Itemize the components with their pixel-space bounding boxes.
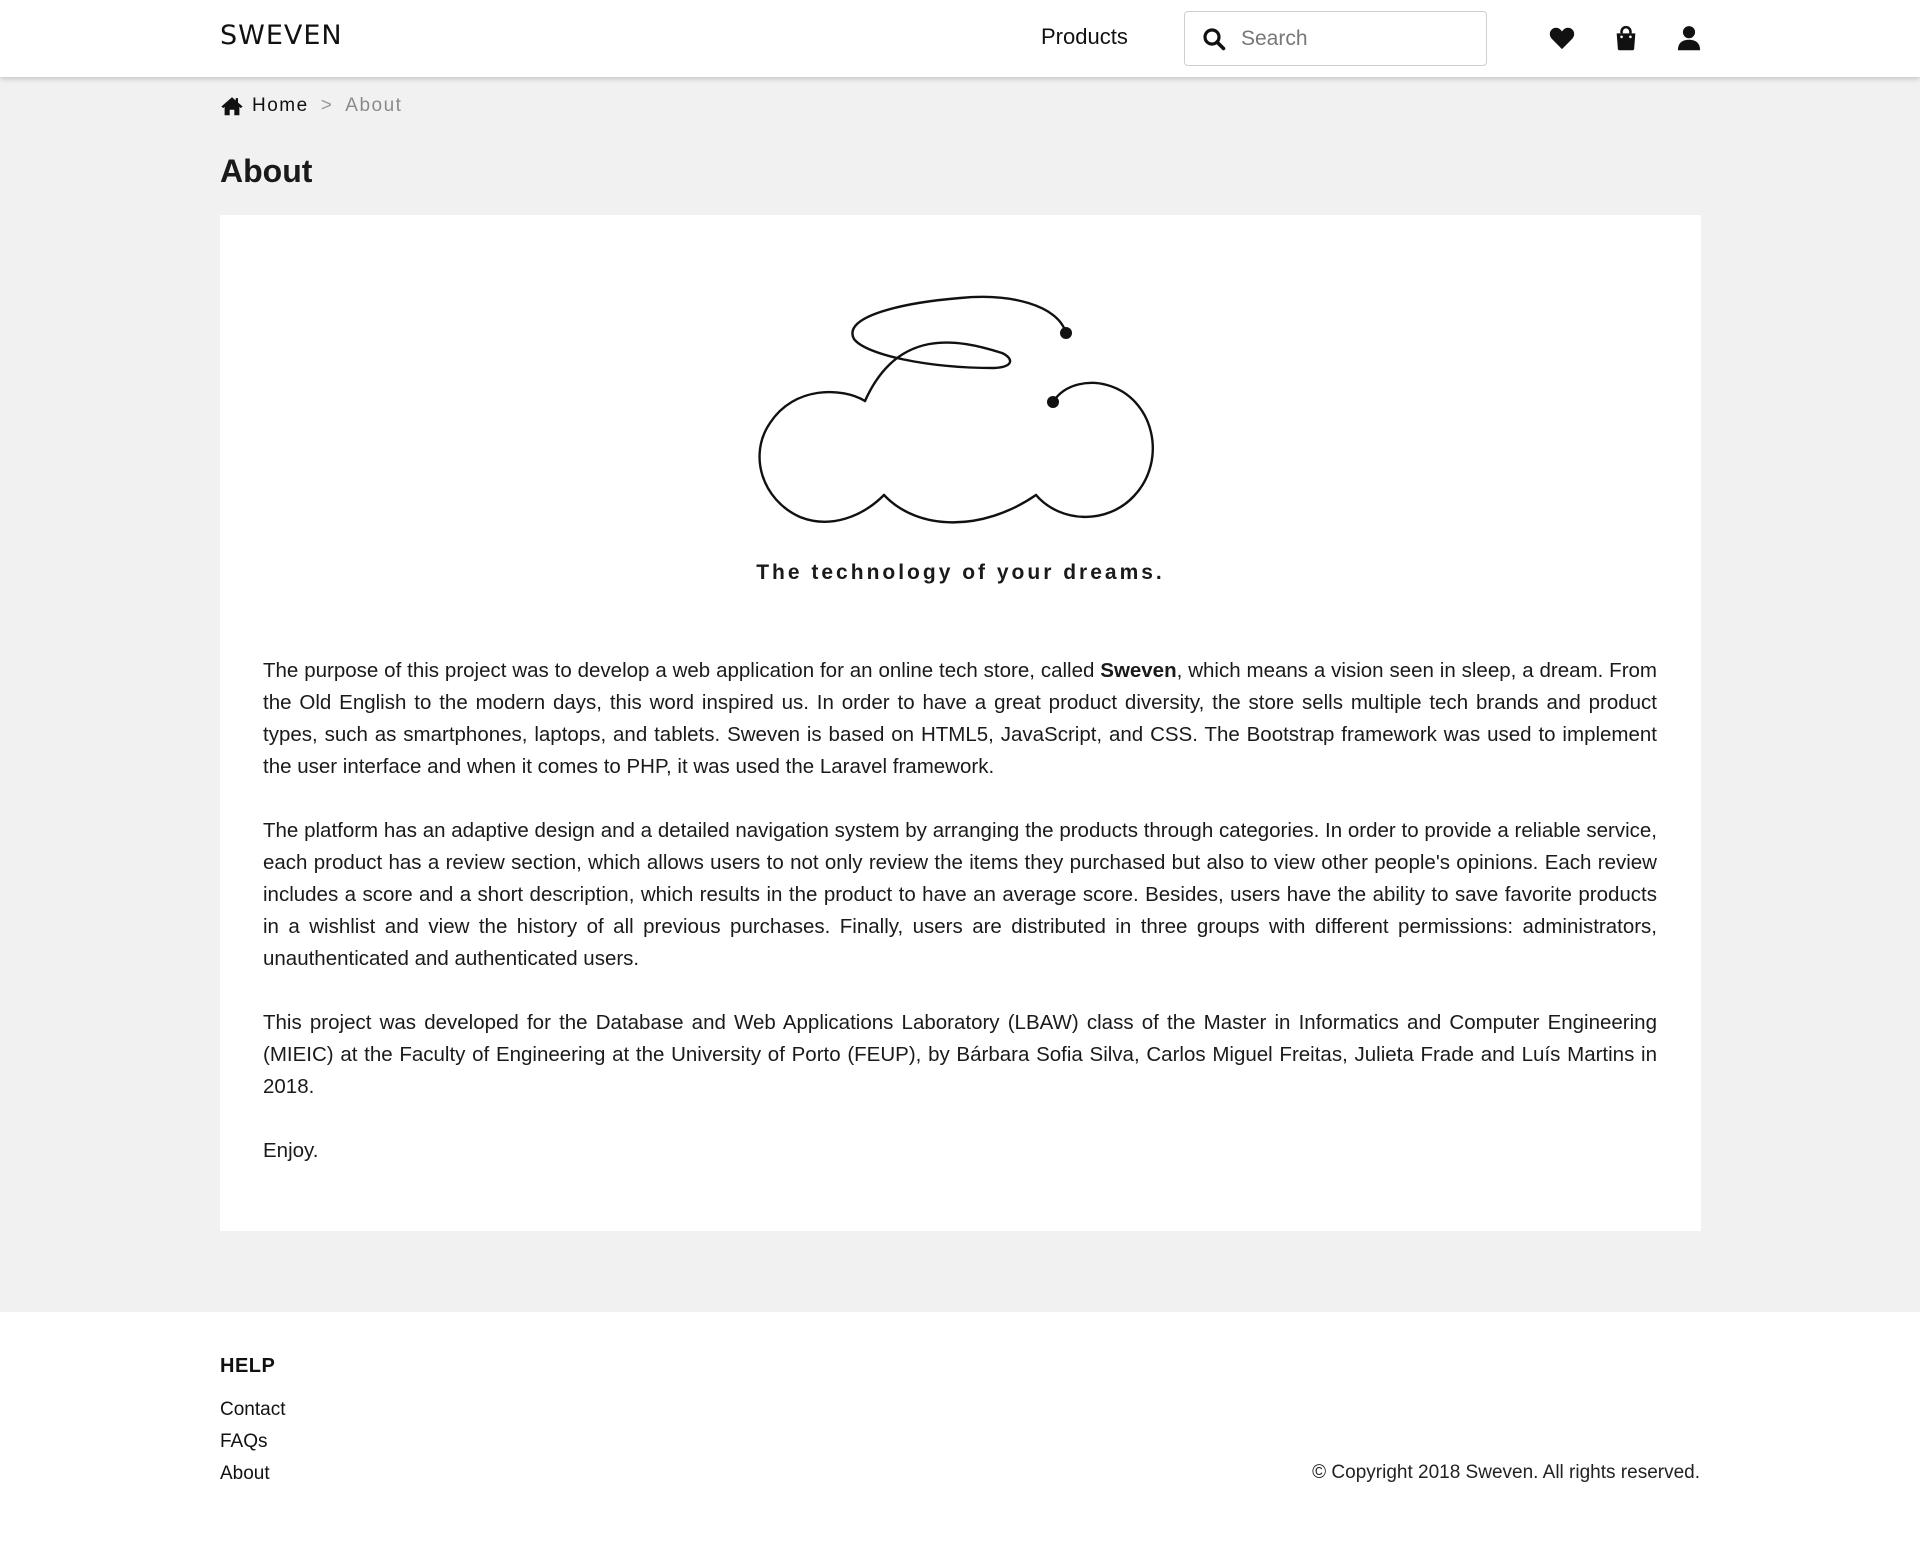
footer-link-faqs[interactable]: FAQs <box>220 1426 285 1458</box>
copyright-text: © Copyright 2018 Sweven. All rights rese… <box>1312 1462 1700 1483</box>
search-box[interactable] <box>1184 11 1487 66</box>
breadcrumb-current: About <box>345 95 403 116</box>
footer-link-about[interactable]: About <box>220 1458 285 1490</box>
about-paragraph-1: The purpose of this project was to devel… <box>263 655 1657 783</box>
nav-products-link[interactable]: Products <box>1041 24 1128 50</box>
page-title: About <box>220 153 313 189</box>
navbar: SWEVEN Products <box>0 0 1920 77</box>
footer: HELP Contact FAQs About © Copyright 2018… <box>0 1312 1920 1551</box>
breadcrumb: Home > About <box>220 93 402 119</box>
about-card: The technology of your dreams. The purpo… <box>220 215 1701 1231</box>
tagline: The technology of your dreams. <box>756 561 1165 584</box>
about-paragraph-3: This project was developed for the Datab… <box>263 1011 1657 1098</box>
search-input[interactable] <box>1241 22 1471 56</box>
search-icon[interactable] <box>1202 27 1226 51</box>
footer-links: Contact FAQs About <box>220 1394 285 1490</box>
paragraph-1-text-start: The purpose of this project was to devel… <box>263 659 1101 682</box>
home-icon[interactable] <box>220 95 244 117</box>
user-icon[interactable] <box>1675 24 1703 52</box>
brand-logo[interactable]: SWEVEN <box>220 20 343 51</box>
shopping-bag-icon[interactable] <box>1612 24 1640 52</box>
about-content: The purpose of this project was to devel… <box>263 655 1657 1199</box>
footer-link-contact[interactable]: Contact <box>220 1394 285 1426</box>
brand-name-bold: Sweven <box>1100 659 1177 682</box>
footer-heading-help: HELP <box>220 1355 276 1377</box>
cloud-logo-icon <box>758 295 1154 524</box>
heart-icon[interactable] <box>1548 24 1576 52</box>
about-paragraph-4: Enjoy. <box>263 1139 319 1162</box>
breadcrumb-separator: > <box>320 95 334 116</box>
about-paragraph-2: The platform has an adaptive design and … <box>263 819 1657 970</box>
breadcrumb-home-link[interactable]: Home <box>252 95 309 117</box>
